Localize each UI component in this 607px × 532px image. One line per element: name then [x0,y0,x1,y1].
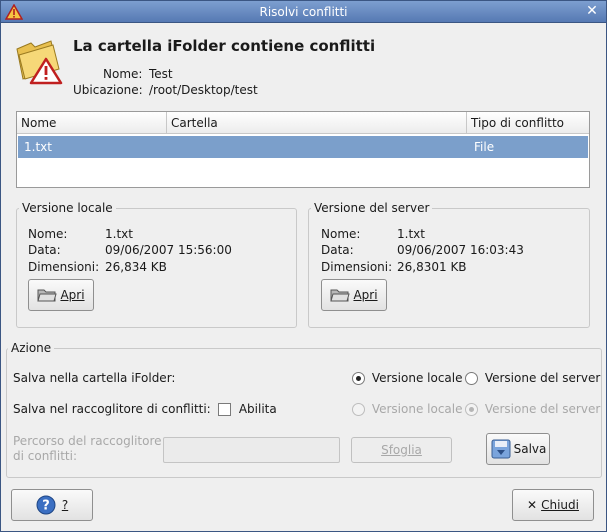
local-name-label: Nome: [28,227,68,241]
column-header-conflict-type[interactable]: Tipo di conflitto [466,112,589,134]
radio-collector-server-indicator[interactable] [465,403,478,416]
server-name-label: Nome: [321,227,361,241]
collector-path-label-line2: di conflitti: [13,449,77,463]
radio-local-version[interactable]: Versione locale [352,371,463,385]
radio-collector-server[interactable]: Versione del server [465,402,600,416]
folder-location-value: /root/Desktop/test [149,83,258,97]
help-icon: ? [36,495,56,515]
radio-collector-server-label: Versione del server [484,402,601,416]
table-row[interactable]: 1.txt File [18,136,588,158]
radio-server-indicator[interactable] [465,372,478,385]
folder-location-label: Ubicazione: [73,83,143,97]
close-button-label: Chiudi [541,498,579,512]
enable-collector-checkbox[interactable]: Abilita [218,402,277,416]
server-open-label: Apri [353,288,378,302]
collector-path-input[interactable] [163,437,340,463]
column-header-name[interactable]: Nome [17,112,166,134]
server-name-value: 1.txt [397,227,425,241]
conflicts-table[interactable]: Nome Cartella Tipo di conflitto 1.txt Fi… [16,111,590,188]
window-title: Risolvi conflitti [259,5,348,19]
radio-collector-local-label: Versione locale [371,402,463,416]
radio-local-label: Versione locale [371,371,463,385]
folder-warning-icon [16,40,63,85]
row-type-cell: File [474,140,495,154]
browse-button[interactable]: Sfoglia [351,437,452,463]
server-date-value: 09/06/2007 16:03:43 [397,243,524,257]
folder-name-value: Test [149,67,173,81]
local-open-label: Apri [60,288,85,302]
enable-checkbox-label: Abilita [238,402,277,416]
server-size-value: 26,8301 KB [397,260,467,274]
radio-local-indicator[interactable] [352,372,365,385]
save-icon [491,439,511,459]
open-folder-icon [37,289,58,302]
title-bar[interactable]: Risolvi conflitti ✕ [1,1,606,23]
browse-button-label: Sfoglia [381,443,422,457]
save-button[interactable]: Salva [486,433,550,465]
enable-checkbox-box[interactable] [218,403,231,416]
server-open-button[interactable]: Apri [321,279,387,311]
server-version-title: Versione del server [311,201,433,215]
local-date-label: Data: [28,243,61,257]
close-button[interactable]: ✕ Chiudi [512,489,594,521]
folder-name-label: Nome: [103,67,143,81]
local-version-title: Versione locale [19,201,116,215]
row-name-cell: 1.txt [24,140,52,154]
local-date-value: 09/06/2007 15:56:00 [105,243,232,257]
server-date-label: Data: [321,243,354,257]
radio-collector-local[interactable]: Versione locale [352,402,463,416]
server-size-label: Dimensioni: [321,260,393,274]
local-open-button[interactable]: Apri [28,279,94,311]
action-title: Azione [8,341,55,355]
local-size-label: Dimensioni: [28,260,100,274]
collector-path-label-line1: Percorso del raccoglitore [13,434,162,448]
resolve-conflicts-dialog: Risolvi conflitti ✕ La cartella iFolder … [0,0,607,532]
column-header-folder[interactable]: Cartella [166,112,466,134]
help-button-label: ? [61,498,69,512]
close-icon[interactable]: ✕ [584,3,600,19]
radio-collector-local-indicator[interactable] [352,403,365,416]
collector-path-label: Percorso del raccoglitore di conflitti: [13,434,162,464]
open-folder-icon [330,289,351,302]
radio-server-label: Versione del server [484,371,601,385]
svg-text:?: ? [42,499,50,514]
close-x-icon: ✕ [527,498,538,512]
save-in-ifolder-label: Salva nella cartella iFolder: [13,371,176,385]
help-button[interactable]: ? ? [11,489,93,521]
radio-server-version[interactable]: Versione del server [465,371,600,385]
dialog-heading: La cartella iFolder contiene conflitti [73,37,376,55]
save-button-label: Salva [513,442,547,456]
local-size-value: 26,834 KB [105,260,167,274]
save-in-collector-label: Salva nel raccoglitore di conflitti: [13,402,211,416]
local-name-value: 1.txt [105,227,133,241]
